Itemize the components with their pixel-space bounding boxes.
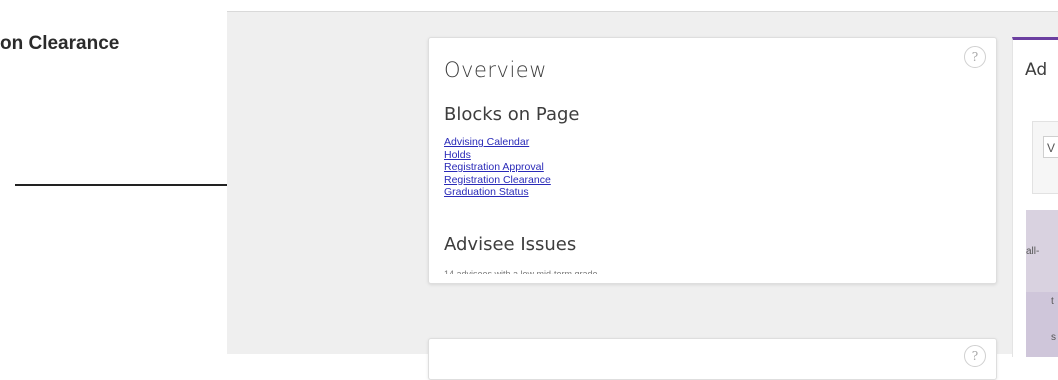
blocks-on-page-title: Blocks on Page bbox=[444, 104, 580, 125]
blocks-link-list: Advising Calendar Holds Registration App… bbox=[444, 132, 551, 198]
app-background: ? Overview Blocks on Page Advising Calen… bbox=[227, 0, 1058, 380]
top-bar bbox=[227, 0, 1058, 12]
issue-item[interactable]: 14 advisees with a low mid-term grade bbox=[444, 266, 704, 274]
list-row[interactable]: t s bbox=[1026, 292, 1058, 357]
help-icon[interactable]: ? bbox=[964, 345, 986, 367]
filter-select[interactable]: V bbox=[1043, 136, 1058, 158]
link-graduation-status[interactable]: Graduation Status bbox=[444, 186, 529, 198]
advisee-issues-title: Advisee Issues bbox=[444, 234, 577, 255]
secondary-card: ? bbox=[428, 338, 997, 380]
advisees-panel: Ad V all- t s bbox=[1012, 37, 1058, 357]
panel-title: Ad bbox=[1025, 60, 1048, 80]
help-icon[interactable]: ? bbox=[964, 46, 986, 68]
card-title: Overview bbox=[444, 58, 547, 82]
row-text: s bbox=[1051, 332, 1056, 343]
row-text: t bbox=[1051, 296, 1054, 307]
overview-card: ? Overview Blocks on Page Advising Calen… bbox=[428, 37, 997, 284]
list-row[interactable]: all- bbox=[1026, 210, 1058, 292]
annotation-label: on Clearance bbox=[0, 33, 120, 54]
row-text: all- bbox=[1026, 246, 1040, 257]
filter-box: V bbox=[1032, 121, 1058, 194]
